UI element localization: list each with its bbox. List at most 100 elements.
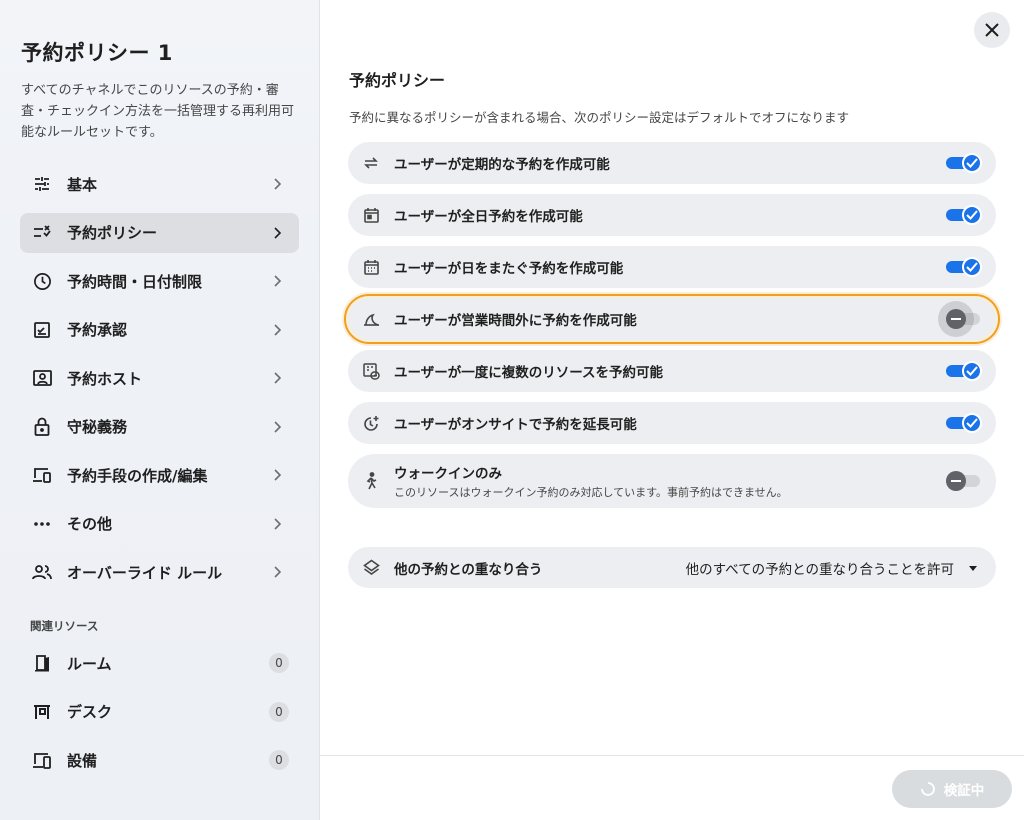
- check-icon: [962, 257, 982, 277]
- check-icon: [962, 153, 982, 173]
- walk-icon: [362, 472, 380, 490]
- policy-row-multi-day[interactable]: ユーザーが日をまたぐ予約を作成可能: [348, 246, 996, 288]
- devices-icon: [32, 465, 52, 485]
- policy-label: ユーザーが日をまたぐ予約を作成可能: [394, 261, 624, 277]
- resource-count-badge: 0: [269, 653, 289, 673]
- policy-toggle[interactable]: [946, 470, 982, 492]
- dropdown-arrow-icon: [969, 566, 977, 571]
- policy-label: ウォークインのみ: [394, 466, 502, 482]
- walkin-text: ウォークインのみ このリソースはウォークイン予約のみ対応しています。事前予約はで…: [394, 462, 788, 500]
- policy-row-all-day[interactable]: ユーザーが全日予約を作成可能: [348, 194, 996, 236]
- spinner-icon: [920, 782, 935, 796]
- moon-icon: [362, 310, 380, 328]
- repeat-icon: [362, 154, 380, 172]
- clock-plus-icon: [362, 414, 380, 432]
- sidebar-item-label: オーバーライド ルール: [67, 563, 223, 582]
- more-icon: [32, 514, 52, 534]
- sidebar-item-override-rules[interactable]: オーバーライド ルール: [20, 552, 299, 592]
- policy-list: ユーザーが定期的な予約を作成可能 ユーザーが全日予約を作成可能 ユーザーが日をま…: [344, 142, 1000, 518]
- resource-item-room[interactable]: ルーム 0: [20, 643, 299, 683]
- policy-row-walkin-only[interactable]: ウォークインのみ このリソースはウォークイン予約のみ対応しています。事前予約はで…: [348, 454, 996, 508]
- chevron-right-icon: [274, 420, 282, 433]
- resource-item-desk[interactable]: デスク 0: [20, 692, 299, 732]
- page-title: 予約ポリシー: [349, 71, 446, 90]
- sidebar-nav: 基本 予約ポリシー 予約時間・日付制限 予約承認 予約ホスト 守秘義務 予約手段…: [20, 164, 299, 601]
- overlap-value: 他のすべての予約との重なり合うことを許可: [685, 562, 954, 578]
- policy-label: ユーザーがオンサイトで予約を延長可能: [394, 417, 637, 433]
- sidebar-title: 予約ポリシー 1: [21, 41, 173, 65]
- chevron-right-icon: [274, 323, 282, 336]
- chevron-right-icon: [274, 178, 282, 190]
- verify-button[interactable]: 検証中: [892, 770, 1012, 808]
- chevron-right-icon: [274, 469, 282, 481]
- sidebar-item-booking-methods[interactable]: 予約手段の作成/編集: [20, 455, 299, 495]
- main-panel: 予約ポリシー 予約に異なるポリシーが含まれる場合、次のポリシー設定はデフォルトで…: [320, 0, 1024, 820]
- clock-icon: [32, 271, 52, 291]
- resource-label: ルーム: [67, 654, 112, 673]
- policy-row-after-hours[interactable]: ユーザーが営業時間外に予約を作成可能: [344, 294, 1000, 344]
- resource-label: 設備: [67, 751, 98, 770]
- desk-icon: [32, 702, 52, 722]
- sidebar-description: すべてのチャネルでこのリソースの予約・審査・チェックイン方法を一括管理する再利用…: [21, 83, 295, 140]
- lock-icon: [32, 417, 52, 437]
- overlap-select[interactable]: 他の予約との重なり合う 他のすべての予約との重なり合うことを許可: [348, 547, 996, 588]
- sidebar-item-time-limits[interactable]: 予約時間・日付制限: [20, 261, 299, 301]
- sidebar-item-label: 予約ポリシー: [67, 224, 158, 242]
- host-icon: [32, 368, 52, 388]
- policy-toggle[interactable]: [946, 308, 982, 330]
- group-icon: [32, 562, 52, 582]
- resource-count-badge: 0: [269, 750, 289, 770]
- check-icon: [962, 413, 982, 433]
- sidebar-item-label: 予約承認: [67, 321, 128, 339]
- policy-toggle[interactable]: [946, 204, 982, 226]
- equipment-icon: [32, 750, 52, 770]
- sidebar-item-label: 基本: [67, 175, 98, 194]
- sidebar-item-confidentiality[interactable]: 守秘義務: [20, 407, 299, 447]
- tune-icon: [32, 174, 52, 194]
- minus-icon: [946, 471, 966, 491]
- policy-row-recurring[interactable]: ユーザーが定期的な予約を作成可能: [348, 142, 996, 184]
- policy-toggle[interactable]: [946, 256, 982, 278]
- check-icon: [962, 205, 982, 225]
- door-icon: [32, 653, 52, 673]
- sidebar-item-other[interactable]: その他: [20, 504, 299, 544]
- sidebar-item-label: 守秘義務: [67, 418, 128, 436]
- sidebar-item-host[interactable]: 予約ホスト: [20, 358, 299, 398]
- policy-toggle[interactable]: [946, 412, 982, 434]
- sidebar-item-label: 予約ホスト: [67, 369, 143, 388]
- sidebar: 予約ポリシー 1 すべてのチャネルでこのリソースの予約・審査・チェックイン方法を…: [0, 0, 320, 820]
- sidebar-item-approval[interactable]: 予約承認: [20, 310, 299, 350]
- policy-toggle[interactable]: [946, 152, 982, 174]
- policy-label: ユーザーが一度に複数のリソースを予約可能: [394, 365, 664, 381]
- sidebar-item-basic[interactable]: 基本: [20, 164, 299, 204]
- policy-row-extend-onsite[interactable]: ユーザーがオンサイトで予約を延長可能: [348, 402, 996, 444]
- policy-row-multi-resource[interactable]: ユーザーが一度に複数のリソースを予約可能: [348, 350, 996, 392]
- resource-item-equipment[interactable]: 設備 0: [20, 740, 299, 780]
- related-resources-label: 関連リソース: [30, 619, 99, 633]
- sidebar-item-booking-policy[interactable]: 予約ポリシー: [20, 212, 299, 253]
- sidebar-item-label: その他: [67, 515, 113, 533]
- policy-label: ユーザーが営業時間外に予約を作成可能: [394, 313, 637, 329]
- resource-label: デスク: [67, 703, 113, 721]
- chevron-right-icon: [274, 275, 282, 287]
- sidebar-item-label: 予約時間・日付制限: [67, 272, 203, 291]
- policy-toggle[interactable]: [946, 360, 982, 382]
- chevron-right-icon: [274, 226, 282, 239]
- close-button[interactable]: [974, 12, 1010, 48]
- chevron-right-icon: [274, 517, 282, 530]
- calendar-day-icon: [362, 206, 380, 224]
- policy-description: このリソースはウォークイン予約のみ対応しています。事前予約はできません。: [394, 486, 788, 499]
- checklist-icon: [32, 223, 52, 243]
- check-icon: [962, 361, 982, 381]
- layers-icon: [362, 559, 380, 577]
- multi-resource-icon: [362, 362, 380, 380]
- resource-count-badge: 0: [269, 701, 289, 722]
- chevron-right-icon: [274, 372, 282, 384]
- policy-label: ユーザーが全日予約を作成可能: [394, 209, 583, 225]
- overlap-label: 他の予約との重なり合う: [394, 561, 543, 578]
- page-subtitle: 予約に異なるポリシーが含まれる場合、次のポリシー設定はデフォルトでオフになります: [349, 110, 850, 125]
- related-resources-list: ルーム 0 デスク 0 設備 0: [20, 643, 299, 789]
- close-icon: [985, 23, 999, 37]
- chevron-right-icon: [274, 566, 282, 578]
- footer: 検証中: [320, 755, 1024, 820]
